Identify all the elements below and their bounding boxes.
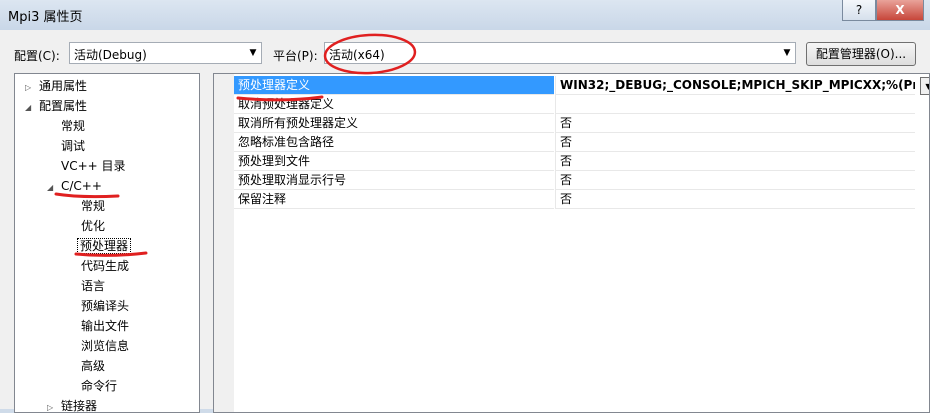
property-value[interactable]: 否 bbox=[555, 190, 915, 209]
tree-item-label: 输出文件 bbox=[81, 319, 130, 333]
window-title: Mpi3 属性页 bbox=[8, 10, 83, 25]
tree-item-linker[interactable]: ▷ 链接器 bbox=[47, 396, 99, 413]
property-row-preprocess-to-file[interactable]: 预处理到文件 否 bbox=[234, 152, 929, 171]
help-icon: ? bbox=[855, 3, 863, 17]
tree-item-cpp[interactable]: ◢ C/C++ bbox=[47, 176, 104, 196]
title-bar: Mpi3 属性页 ? X bbox=[0, 0, 930, 30]
tree-item-label: 预处理器 bbox=[77, 238, 132, 254]
property-row-undefine-preprocessor[interactable]: 取消预处理器定义 bbox=[234, 95, 929, 114]
tree-item-label: 配置属性 bbox=[39, 99, 88, 113]
dialog-content: 配置(C): 活动(Debug) ▼ 平台(P): 活动(x64) ▼ 配置管理… bbox=[0, 30, 930, 413]
tree-item-cpp-general[interactable]: 常规 bbox=[79, 196, 107, 216]
chevron-down-icon[interactable]: ▼ bbox=[920, 77, 929, 95]
close-icon: X bbox=[895, 3, 905, 17]
property-value[interactable]: WIN32;_DEBUG;_CONSOLE;MPICH_SKIP_MPICXX;… bbox=[555, 76, 915, 95]
property-row-keep-comments[interactable]: 保留注释 否 bbox=[234, 190, 929, 209]
collapse-arrow-icon[interactable]: ◢ bbox=[25, 98, 37, 118]
tree-item-label: C/C++ bbox=[61, 179, 102, 193]
configuration-bar: 配置(C): 活动(Debug) ▼ 平台(P): 活动(x64) ▼ 配置管理… bbox=[0, 30, 930, 70]
property-value[interactable]: 否 bbox=[555, 133, 915, 152]
property-name: 忽略标准包含路径 bbox=[234, 133, 554, 152]
property-name: 取消预处理器定义 bbox=[234, 95, 554, 114]
expand-arrow-icon[interactable]: ▷ bbox=[47, 398, 59, 412]
property-row-ignore-standard-include[interactable]: 忽略标准包含路径 否 bbox=[234, 133, 929, 152]
tree-item-language[interactable]: 语言 bbox=[79, 276, 107, 296]
property-name: 预处理到文件 bbox=[234, 152, 554, 171]
tree-item-common-properties[interactable]: ▷ 通用属性 bbox=[25, 76, 89, 96]
property-value[interactable]: 否 bbox=[555, 152, 915, 171]
tree-item-general[interactable]: 常规 bbox=[59, 116, 87, 136]
grid-gutter bbox=[214, 74, 234, 412]
property-name: 预处理器定义 bbox=[234, 76, 554, 95]
property-name: 保留注释 bbox=[234, 190, 554, 209]
close-button[interactable]: X bbox=[876, 0, 924, 21]
tree-item-vc-directories[interactable]: VC++ 目录 bbox=[59, 156, 128, 176]
config-value: 活动(Debug) bbox=[74, 48, 147, 62]
tree-item-label: 常规 bbox=[61, 119, 86, 133]
tree-item-debugging[interactable]: 调试 bbox=[59, 136, 87, 156]
tree-item-browse-information[interactable]: 浏览信息 bbox=[79, 336, 131, 356]
tree-item-precompiled-headers[interactable]: 预编译头 bbox=[79, 296, 131, 316]
tree-item-label: 预编译头 bbox=[81, 299, 130, 313]
tree-item-label: 命令行 bbox=[81, 379, 118, 393]
tree-item-label: 代码生成 bbox=[81, 259, 130, 273]
property-tree[interactable]: ▷ 通用属性 ◢ 配置属性 常规 调试 VC++ 目录 ◢ C/C++ 常规 优化 预… bbox=[14, 73, 200, 413]
property-row-preprocessor-definitions[interactable]: 预处理器定义 WIN32;_DEBUG;_CONSOLE;MPICH_SKIP_… bbox=[234, 76, 929, 95]
config-dropdown[interactable]: 活动(Debug) ▼ bbox=[69, 42, 262, 64]
property-value[interactable] bbox=[555, 95, 915, 114]
property-value[interactable]: 否 bbox=[555, 114, 915, 133]
tree-item-optimization[interactable]: 优化 bbox=[79, 216, 107, 236]
property-name: 预处理取消显示行号 bbox=[234, 171, 554, 190]
tree-item-label: 通用属性 bbox=[39, 79, 88, 93]
collapse-arrow-icon[interactable]: ◢ bbox=[47, 178, 59, 198]
platform-value: 活动(x64) bbox=[329, 48, 385, 62]
chevron-down-icon: ▼ bbox=[249, 48, 257, 58]
configuration-manager-button[interactable]: 配置管理器(O)... bbox=[806, 42, 916, 66]
tree-item-label: 语言 bbox=[81, 279, 106, 293]
tree-item-advanced[interactable]: 高级 bbox=[79, 356, 107, 376]
tree-item-output-files[interactable]: 输出文件 bbox=[79, 316, 131, 336]
title-buttons: ? X bbox=[842, 0, 924, 21]
tree-item-label: 优化 bbox=[81, 219, 106, 233]
tree-item-label: VC++ 目录 bbox=[61, 159, 126, 173]
tree-item-label: 高级 bbox=[81, 359, 106, 373]
chevron-down-icon: ▼ bbox=[783, 48, 791, 58]
tree-item-label: 常规 bbox=[81, 199, 106, 213]
help-button[interactable]: ? bbox=[842, 0, 876, 21]
tree-item-label: 浏览信息 bbox=[81, 339, 130, 353]
property-grid: 预处理器定义 WIN32;_DEBUG;_CONSOLE;MPICH_SKIP_… bbox=[213, 73, 930, 413]
tree-item-label: 调试 bbox=[61, 139, 86, 153]
platform-label: 平台(P): bbox=[273, 49, 318, 63]
tree-item-preprocessor[interactable]: 预处理器 bbox=[77, 236, 132, 256]
property-name: 取消所有预处理器定义 bbox=[234, 114, 554, 133]
tree-item-code-generation[interactable]: 代码生成 bbox=[79, 256, 131, 276]
tree-item-configuration-properties[interactable]: ◢ 配置属性 bbox=[25, 96, 89, 116]
tree-item-command-line[interactable]: 命令行 bbox=[79, 376, 119, 396]
property-value[interactable]: 否 bbox=[555, 171, 915, 190]
platform-dropdown[interactable]: 活动(x64) ▼ bbox=[324, 42, 796, 64]
property-row-undefine-all[interactable]: 取消所有预处理器定义 否 bbox=[234, 114, 929, 133]
property-row-suppress-line-numbers[interactable]: 预处理取消显示行号 否 bbox=[234, 171, 929, 190]
expand-arrow-icon[interactable]: ▷ bbox=[25, 78, 37, 98]
config-label: 配置(C): bbox=[14, 49, 60, 63]
tree-item-label: 链接器 bbox=[61, 399, 98, 413]
